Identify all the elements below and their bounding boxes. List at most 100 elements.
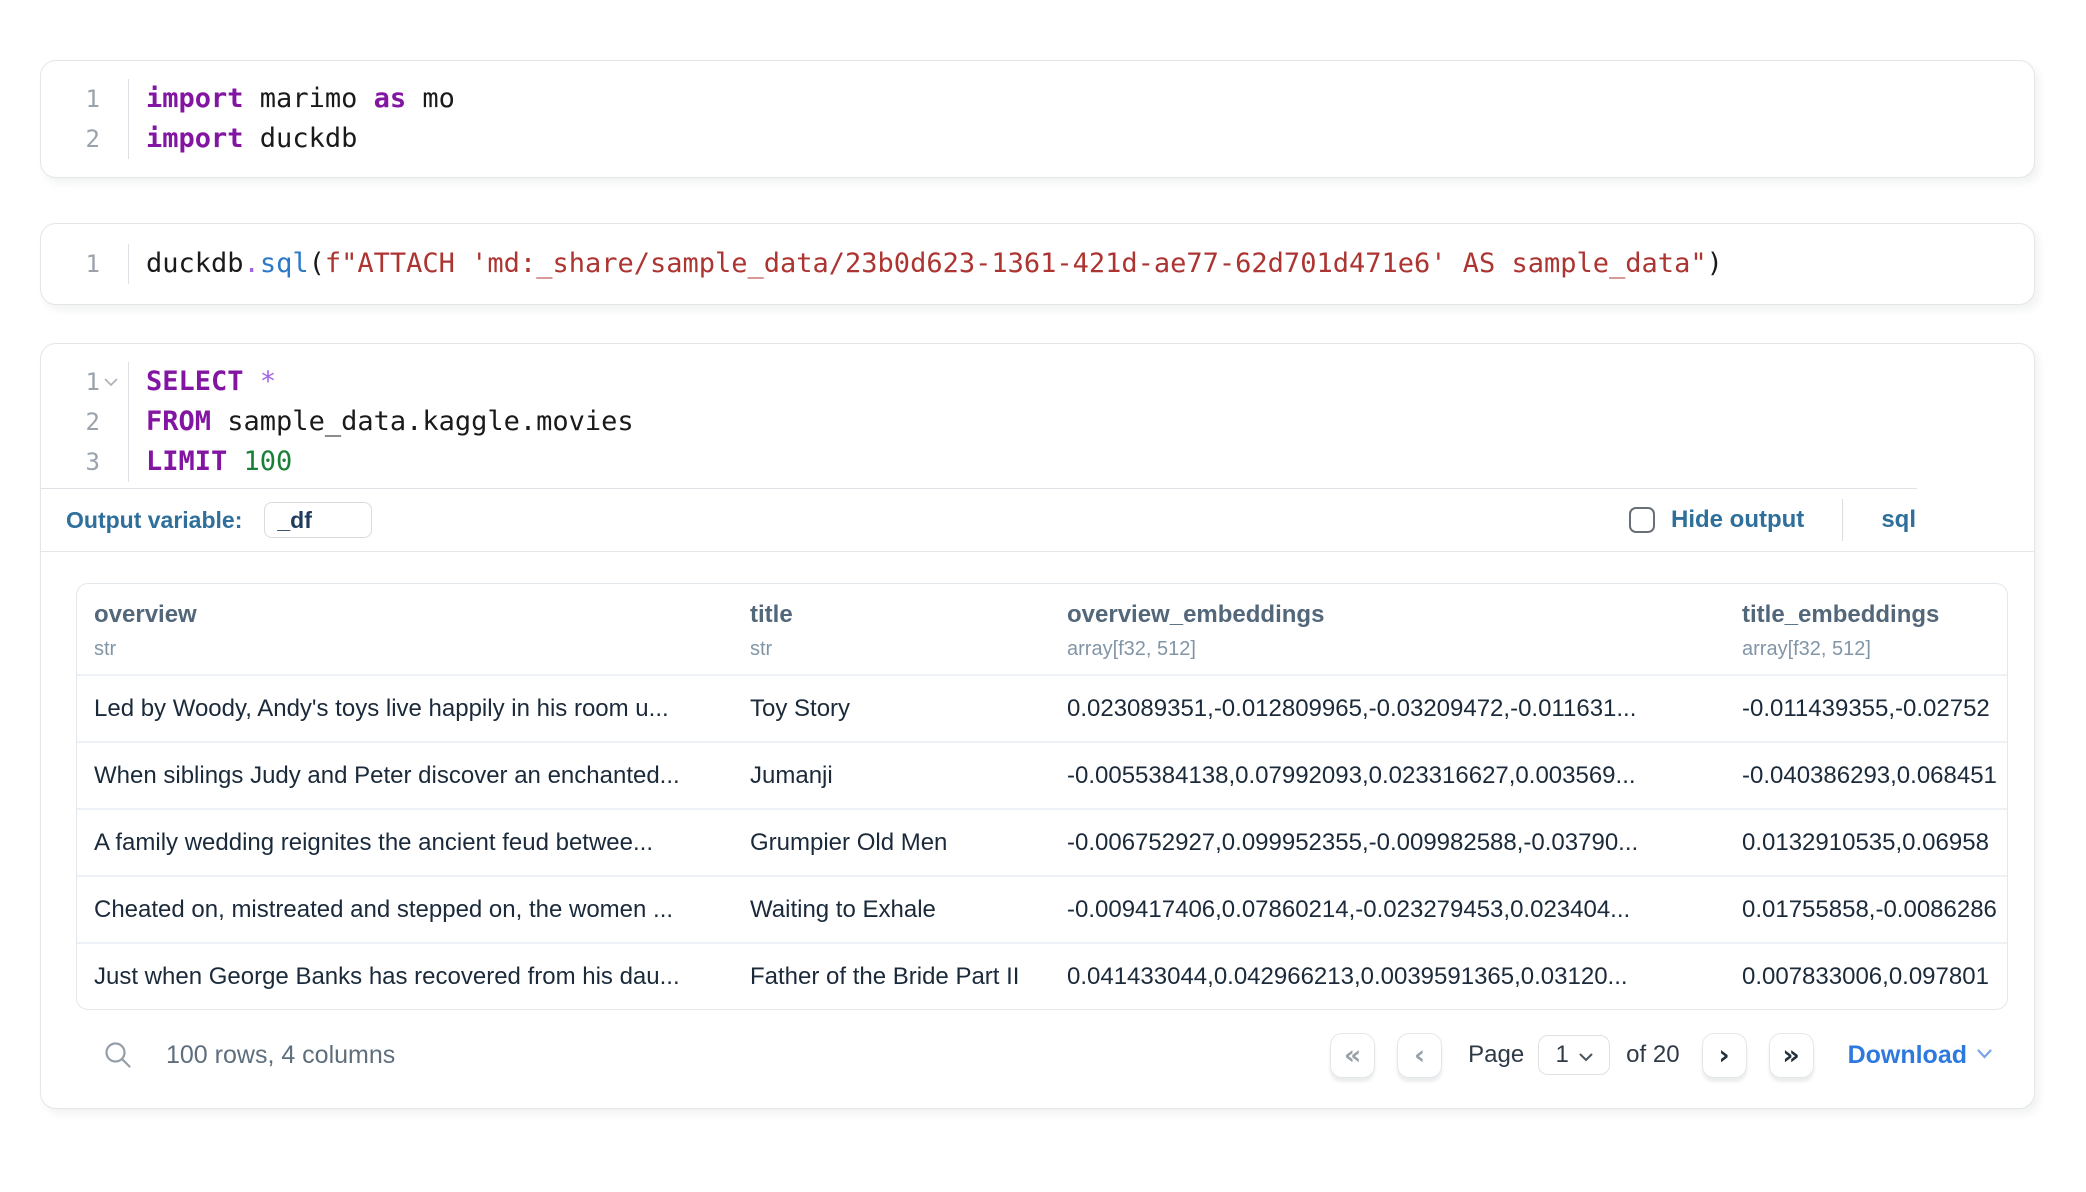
next-page-button[interactable]: › <box>1702 1033 1747 1078</box>
table-header-row: overview str title str overview_embeddin… <box>77 584 2007 674</box>
search-icon[interactable] <box>96 1033 140 1077</box>
last-page-button[interactable]: » <box>1769 1033 1814 1078</box>
code-line: duckdb.sql(f"ATTACH 'md:_share/sample_da… <box>146 244 2034 284</box>
column-type: str <box>750 638 1033 661</box>
space-token <box>227 446 243 477</box>
line-number: 3 <box>86 442 100 482</box>
column-name: title <box>750 601 1033 629</box>
cell-overview-embeddings: 0.041433044,0.042966213,0.0039591365,0.0… <box>1050 944 1725 1009</box>
column-type: str <box>94 638 716 661</box>
toolbar-divider <box>1842 499 1843 541</box>
cell-overview-embeddings: -0.009417406,0.07860214,-0.023279453,0.0… <box>1050 877 1725 942</box>
column-header-title-embeddings[interactable]: title_embeddings array[f32, 512] <box>1725 584 2007 674</box>
column-type: array[f32, 512] <box>1067 638 1708 661</box>
code-cell-imports: 1 2 import marimo as mo import duckdb <box>40 60 2035 178</box>
code-line: import duckdb <box>146 119 2034 159</box>
chevron-down-icon <box>1579 1041 1593 1069</box>
first-page-button[interactable]: « <box>1330 1033 1375 1078</box>
cell-overview: Led by Woody, Andy's toys live happily i… <box>77 676 733 741</box>
identifier-token: marimo <box>244 83 374 114</box>
operator-token: . <box>244 248 260 279</box>
code-editor[interactable]: 1 2 import marimo as mo import duckdb <box>41 61 2034 177</box>
column-header-title[interactable]: title str <box>733 584 1050 674</box>
column-name: title_embeddings <box>1742 601 1990 629</box>
column-header-overview-embeddings[interactable]: overview_embeddings array[f32, 512] <box>1050 584 1725 674</box>
page-label: Page <box>1468 1041 1524 1069</box>
download-label: Download <box>1848 1041 1967 1070</box>
output-variable-input[interactable] <box>264 502 372 538</box>
pagination: « ‹ Page 1 of 20 › » Download <box>1330 1033 1992 1078</box>
identifier-token: sample_data.kaggle.movies <box>211 406 634 437</box>
table-row: When siblings Judy and Peter discover an… <box>77 741 2007 808</box>
cell-title-embeddings: 0.01755858,-0.0086286 <box>1725 877 2007 942</box>
keyword-token: LIMIT <box>146 446 227 477</box>
cell-overview-embeddings: -0.006752927,0.099952355,-0.009982588,-0… <box>1050 810 1725 875</box>
keyword-token: SELECT <box>146 366 244 397</box>
cell-overview: Just when George Banks has recovered fro… <box>77 944 733 1009</box>
cell-title: Waiting to Exhale <box>733 877 1050 942</box>
code-content[interactable]: import marimo as mo import duckdb <box>129 79 2034 159</box>
line-number: 1 <box>86 362 100 402</box>
star-token: * <box>260 366 276 397</box>
keyword-token: as <box>374 83 407 114</box>
cell-language-badge[interactable]: sql <box>1881 506 1916 534</box>
cell-overview: When siblings Judy and Peter discover an… <box>77 743 733 808</box>
sql-cell-toolbar: Output variable: Hide output sql <box>41 489 2034 551</box>
cell-title: Father of the Bride Part II <box>733 944 1050 1009</box>
cell-title-embeddings: 0.007833006,0.097801 <box>1725 944 2007 1009</box>
code-content[interactable]: SELECT * FROM sample_data.kaggle.movies … <box>129 362 2034 482</box>
keyword-token: import <box>146 83 244 114</box>
keyword-token: FROM <box>146 406 211 437</box>
download-button[interactable]: Download <box>1848 1041 1992 1070</box>
line-number: 1 <box>86 244 100 284</box>
identifier-token: duckdb <box>244 123 358 154</box>
cell-overview-embeddings: -0.0055384138,0.07992093,0.023316627,0.0… <box>1050 743 1725 808</box>
paren-token: ( <box>309 248 325 279</box>
table-footer: 100 rows, 4 columns « ‹ Page 1 of 20 › »… <box>76 1010 2034 1100</box>
line-number: 2 <box>86 402 100 442</box>
cell-title-embeddings: 0.0132910535,0.06958 <box>1725 810 2007 875</box>
column-name: overview_embeddings <box>1067 601 1708 629</box>
function-token: sql <box>260 248 309 279</box>
page-total: of 20 <box>1626 1041 1679 1069</box>
identifier-token: duckdb <box>146 248 244 279</box>
hide-output-checkbox[interactable] <box>1629 507 1655 533</box>
code-line: LIMIT 100 <box>146 442 2034 482</box>
prev-page-button[interactable]: ‹ <box>1397 1033 1442 1078</box>
cell-title-embeddings: -0.040386293,0.068451 <box>1725 743 2007 808</box>
cell-overview: A family wedding reignites the ancient f… <box>77 810 733 875</box>
row-count-summary: 100 rows, 4 columns <box>166 1041 395 1070</box>
chevron-down-icon <box>1977 1046 1992 1064</box>
cell-title: Grumpier Old Men <box>733 810 1050 875</box>
number-token: 100 <box>244 446 293 477</box>
line-number-gutter: 1 2 <box>41 79 129 159</box>
code-cell-attach: 1 duckdb.sql(f"ATTACH 'md:_share/sample_… <box>40 223 2035 305</box>
column-type: array[f32, 512] <box>1742 638 1990 661</box>
hide-output-label[interactable]: Hide output <box>1671 506 1804 534</box>
output-variable-label: Output variable: <box>66 507 242 534</box>
identifier-token: mo <box>406 83 455 114</box>
code-line: import marimo as mo <box>146 79 2034 119</box>
line-number: 1 <box>86 79 100 119</box>
table-row: Cheated on, mistreated and stepped on, t… <box>77 875 2007 942</box>
fold-chevron-down-icon[interactable] <box>100 378 122 387</box>
table-row: Led by Woody, Andy's toys live happily i… <box>77 674 2007 741</box>
dataframe-table: overview str title str overview_embeddin… <box>76 583 2008 1010</box>
string-token: "ATTACH 'md:_share/sample_data/23b0d623-… <box>341 248 1706 279</box>
page-select[interactable]: 1 <box>1538 1035 1610 1075</box>
line-number-gutter: 1 2 3 <box>41 362 129 482</box>
line-number: 2 <box>86 119 100 159</box>
code-editor[interactable]: 1 duckdb.sql(f"ATTACH 'md:_share/sample_… <box>41 224 2034 304</box>
column-header-overview[interactable]: overview str <box>77 584 733 674</box>
code-content[interactable]: duckdb.sql(f"ATTACH 'md:_share/sample_da… <box>129 244 2034 284</box>
space-token <box>244 366 260 397</box>
code-line: FROM sample_data.kaggle.movies <box>146 402 2034 442</box>
notebook: 1 2 import marimo as mo import duckdb 1 … <box>40 0 2035 1109</box>
cell-title: Toy Story <box>733 676 1050 741</box>
cell-title-embeddings: -0.011439355,-0.02752 <box>1725 676 2007 741</box>
code-editor[interactable]: 1 2 3 SELECT * FROM sample_data.kaggle.m… <box>41 344 2034 488</box>
paren-token: ) <box>1707 248 1723 279</box>
line-number-gutter: 1 <box>41 244 129 284</box>
cell-title: Jumanji <box>733 743 1050 808</box>
cell-overview-embeddings: 0.023089351,-0.012809965,-0.03209472,-0.… <box>1050 676 1725 741</box>
